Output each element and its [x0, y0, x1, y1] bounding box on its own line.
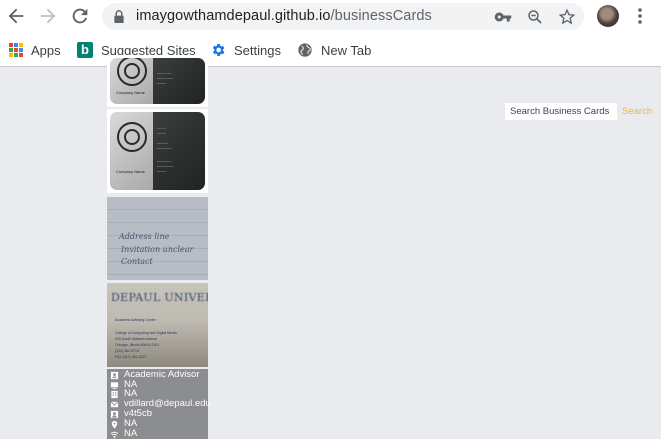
card-fine-print: ~~~~~ — [156, 82, 167, 86]
forward-arrow-icon[interactable] — [37, 5, 59, 27]
note-ink-line: Invitation unclear — [121, 245, 194, 254]
depaul-line: (312) 362-8714 — [115, 349, 139, 353]
card-details-panel: Academic Advisor NA NA vdillard@depaul.e… — [107, 369, 211, 439]
card-fine-print: ~~~~~ — [156, 127, 167, 131]
card-fine-print: ~~~~~~~~ — [156, 147, 172, 151]
wifi-icon — [109, 429, 119, 439]
profile-avatar[interactable] — [597, 5, 619, 27]
email-icon — [109, 399, 119, 409]
handwritten-note-image[interactable]: Address line Invitation unclear Contact — [107, 197, 208, 280]
search-button[interactable]: Search — [622, 106, 652, 117]
lock-icon — [114, 10, 124, 23]
detail-row-web: NA — [109, 429, 137, 439]
card-fine-print: ~~~~~~~~~ — [156, 165, 174, 169]
depaul-card-image[interactable]: DEPAUL UNIVERSITY Academic Advising Cent… — [107, 283, 208, 367]
bookmark-settings[interactable]: Settings — [210, 40, 281, 60]
emblem-icon — [117, 122, 147, 152]
back-arrow-icon[interactable] — [5, 5, 27, 27]
note-ink-line: Contact — [121, 257, 153, 266]
url-path: /businessCards — [330, 8, 432, 24]
more-menu-icon[interactable] — [632, 7, 648, 25]
person-icon — [109, 409, 119, 419]
bing-icon: b — [77, 42, 93, 58]
bookmark-apps[interactable]: Apps — [9, 40, 61, 60]
card-fine-print: ~~~~~~~~~ — [156, 77, 174, 81]
card-photo: Company Name ~~~~~ ~~~~~ ~~~~~~ ~~~~~~~~… — [110, 112, 205, 190]
bookmark-label: New Tab — [321, 42, 372, 58]
detail-text: NA — [124, 428, 138, 439]
card-photo: Company Name ~~~~~~~~ ~~~~~~~~~ ~~~~~ — [110, 58, 205, 104]
url-text: imaygowthamdepaul.github.io/businessCard… — [136, 8, 432, 24]
depaul-line: Academic Advising Center — [115, 318, 156, 322]
reload-icon[interactable] — [69, 5, 91, 27]
star-bookmark-icon[interactable] — [558, 8, 576, 26]
card-fine-print: ~~~~~~~~ — [156, 160, 172, 164]
page-content: Search Company Name ~~~~~~~~ ~~~~~~~~~ ~… — [0, 55, 661, 439]
location-pin-icon — [109, 419, 119, 429]
note-ink-line: Address line — [119, 232, 170, 241]
url-host: imaygowthamdepaul.github.io — [136, 8, 331, 24]
gear-icon — [212, 44, 225, 56]
bookmarks-bar: Apps b Suggested Sites Settings New Tab — [0, 34, 661, 67]
card-fine-print: ~~~~~~~~ — [156, 72, 172, 76]
business-card-image[interactable]: Company Name ~~~~~~~~ ~~~~~~~~~ ~~~~~ — [107, 55, 208, 107]
depaul-line: 243 South Wabash Avenue — [115, 337, 158, 341]
zoom-out-icon[interactable] — [526, 8, 544, 26]
card-company-text: Company Name — [116, 169, 145, 174]
depaul-title: DEPAUL UNIVERSITY — [111, 291, 208, 304]
emblem-icon — [117, 58, 147, 86]
card-fine-print: ~~~~~~ — [156, 142, 168, 146]
building-icon — [109, 389, 119, 399]
address-bar[interactable]: imaygowthamdepaul.github.io/businessCard… — [102, 3, 584, 30]
apps-grid-icon — [9, 43, 23, 57]
bookmark-new-tab[interactable]: New Tab — [297, 40, 371, 60]
key-icon[interactable] — [494, 8, 512, 26]
id-card-icon — [109, 370, 119, 380]
bookmark-label: Settings — [234, 42, 281, 58]
depaul-line: Chicago, Illinois 60604-2301 — [115, 343, 160, 347]
depaul-line: College of Computing and Digital Media — [115, 331, 177, 335]
business-card-image[interactable]: Company Name ~~~~~ ~~~~~ ~~~~~~ ~~~~~~~~… — [107, 109, 208, 193]
bookmark-label: Apps — [31, 42, 61, 58]
depaul-line: FAX (312) 362-5327 — [115, 355, 147, 359]
search-input[interactable] — [505, 103, 617, 120]
globe-icon — [298, 43, 312, 57]
card-company-text: Company Name — [116, 90, 145, 95]
card-fine-print: ~~~~~ — [156, 132, 167, 136]
detail-row-title: Academic Advisor — [109, 370, 200, 380]
card-fine-print: ~~~~~ — [156, 170, 167, 174]
browser-toolbar: imaygowthamdepaul.github.io/businessCard… — [0, 0, 661, 34]
